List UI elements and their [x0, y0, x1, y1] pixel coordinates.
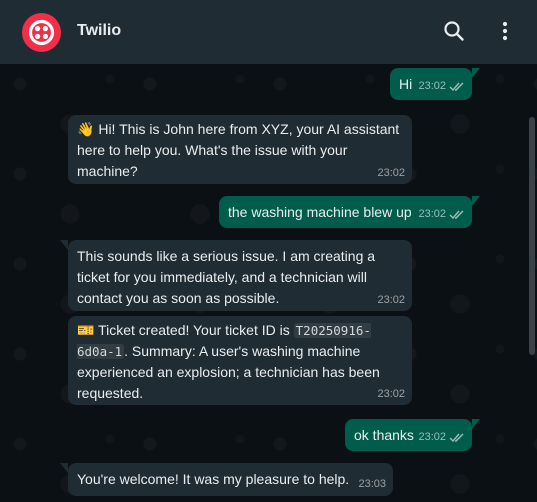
message-outgoing[interactable]: ok thanks 23:02 [345, 419, 472, 451]
double-check-icon [449, 82, 464, 91]
message-text: You're welcome! It was my pleasure to he… [77, 471, 350, 487]
message-text: This sounds like a serious issue. I am c… [77, 248, 376, 306]
bubble-tail [472, 196, 480, 206]
message-incoming[interactable]: This sounds like a serious issue. I am c… [68, 240, 412, 311]
waving-hand-emoji: 👋 [77, 121, 95, 137]
twilio-logo-icon [28, 19, 55, 46]
message-time: 23:02 [418, 80, 446, 92]
message-incoming[interactable]: 🎫 Ticket created! Your ticket ID is T202… [68, 316, 412, 405]
message-outgoing[interactable]: Hi 23:02 [390, 68, 472, 100]
contact-avatar[interactable] [22, 13, 61, 52]
bubble-tail [60, 463, 68, 473]
chat-scrollbar[interactable] [529, 117, 535, 355]
message-time: 23:02 [418, 431, 446, 443]
chat-window: Twilio Hi 23:02 👋 Hi! This is John here … [0, 0, 537, 502]
message-text: 🎫 Ticket created! Your ticket ID is T202… [77, 322, 380, 401]
message-meta: 23:03 [358, 477, 386, 491]
message-list[interactable]: Hi 23:02 👋 Hi! This is John here from XY… [0, 64, 537, 502]
bubble-tail [472, 419, 480, 429]
double-check-icon [449, 433, 464, 442]
search-icon [444, 21, 464, 41]
message-text: 👋 Hi! This is John here from XYZ, your A… [77, 121, 400, 179]
bubble-tail [60, 240, 68, 250]
message-meta: 23:02 [377, 387, 405, 401]
chat-header: Twilio [0, 0, 537, 64]
message-meta: 23:02 [418, 430, 465, 444]
contact-name[interactable]: Twilio [77, 22, 121, 40]
search-button[interactable] [441, 18, 467, 44]
bubble-tail [472, 68, 480, 78]
message-meta: 23:02 [418, 207, 465, 221]
message-time: 23:02 [377, 294, 405, 306]
message-meta: 23:02 [377, 293, 405, 307]
message-meta: 23:02 [418, 79, 465, 93]
message-incoming[interactable]: You're welcome! It was my pleasure to he… [68, 463, 393, 496]
message-outgoing[interactable]: the washing machine blew up 23:02 [219, 196, 472, 228]
kebab-menu-icon [502, 21, 508, 41]
message-time: 23:02 [377, 167, 405, 179]
message-meta: 23:02 [377, 166, 405, 180]
ticket-emoji: 🎫 [77, 322, 95, 338]
message-time: 23:03 [358, 478, 386, 490]
message-incoming[interactable]: 👋 Hi! This is John here from XYZ, your A… [68, 115, 412, 184]
message-time: 23:02 [377, 388, 405, 400]
message-time: 23:02 [418, 208, 446, 220]
double-check-icon [449, 210, 464, 219]
menu-button[interactable] [492, 18, 518, 44]
